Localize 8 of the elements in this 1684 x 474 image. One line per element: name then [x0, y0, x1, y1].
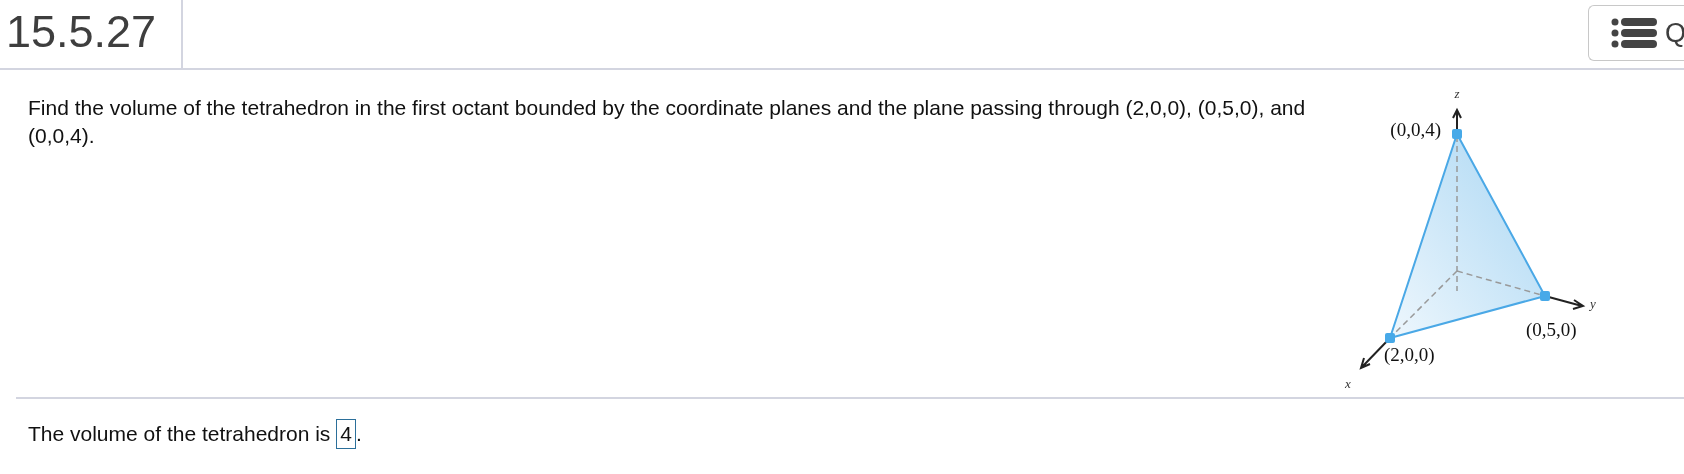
answer-field[interactable]: 4	[336, 419, 357, 449]
menu-button[interactable]: Q	[1588, 5, 1684, 61]
problem-number: 15.5.27	[0, 0, 183, 68]
tetrahedron-drawing: z y x (0,0,4) (0,5,0) (2,0,0)	[1320, 86, 1610, 391]
period-text: .	[356, 422, 362, 446]
list-icon	[1611, 18, 1657, 48]
question-text: Find the volume of the tetrahedron in the first octant bounded by the coordinate planes and the plane passing through (2,0,0), (0,5,0), and (0,0,4).	[28, 95, 1307, 149]
answer-text: The volume of the tetrahedron is	[28, 422, 331, 446]
